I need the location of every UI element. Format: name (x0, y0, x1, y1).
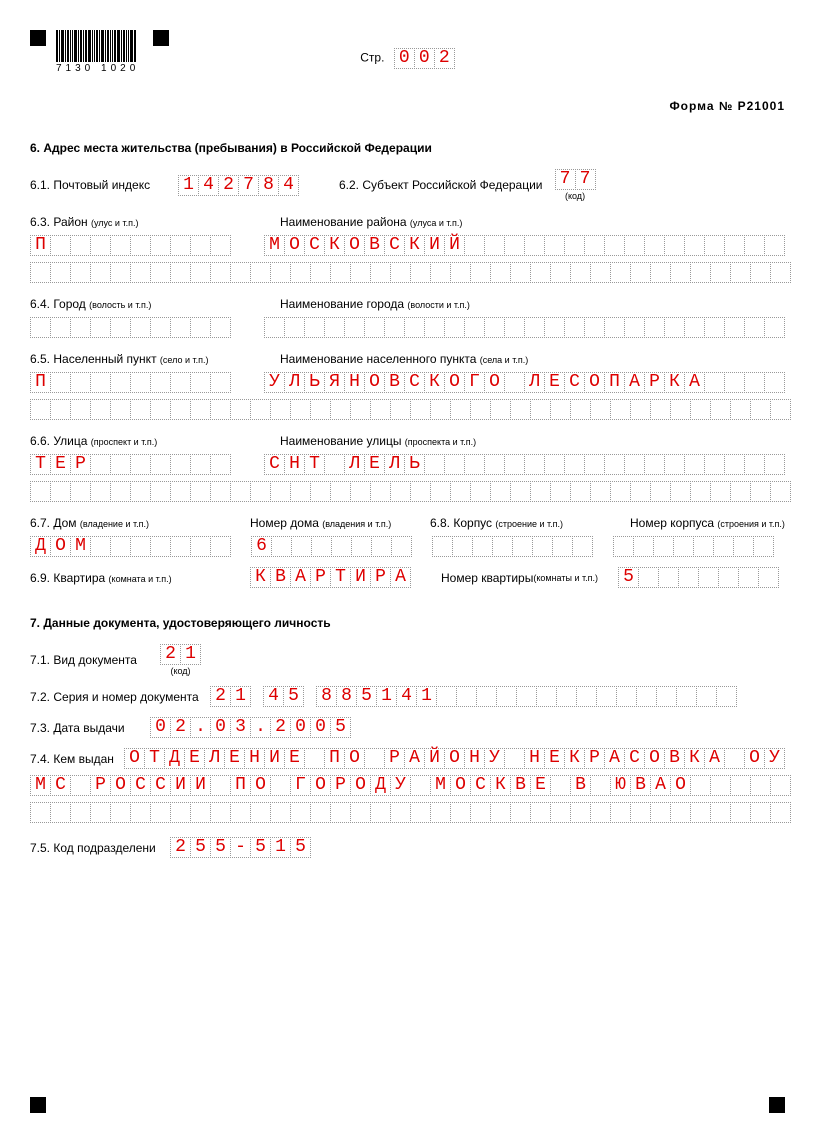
label-7-4: 7.4. Кем выдан (30, 752, 124, 766)
label-6-1: 6.1. Почтовый индекс (30, 178, 178, 192)
cells-6-2: 77 (555, 169, 596, 190)
marker-bottom-right (769, 1097, 785, 1113)
label-6-4-name: Наименование города (280, 297, 407, 311)
section-7-heading: 7. Данные документа, удостоверяющего лич… (30, 616, 785, 630)
cells-7-4-l2: МС РОССИИ ПО ГОРОДУ МОСКВЕ В ЮВАО (30, 775, 791, 796)
cells-6-4-name1 (264, 317, 785, 338)
label-6-3: 6.3. Район (30, 215, 91, 229)
footer-markers (30, 1097, 785, 1113)
label-6-8-num: Номер корпуса (630, 516, 717, 530)
label-6-9-num: Номер квартиры (441, 571, 533, 585)
label-7-1: 7.1. Вид документа (30, 653, 160, 667)
label-6-2: 6.2. Субъект Российской Федерации (339, 178, 543, 192)
cells-6-9-type: КВАРТИРА (250, 567, 411, 588)
label-7-2: 7.2. Серия и номер документа (30, 690, 210, 704)
label-6-7-small: (владение и т.п.) (80, 519, 149, 529)
cells-6-5-type: П (30, 372, 231, 393)
sub-7-1: (код) (160, 666, 201, 676)
marker-top-right (153, 30, 169, 46)
label-6-9-small: (комната и т.п.) (109, 574, 172, 584)
label-6-5-name-small: (села и т.п.) (480, 355, 529, 365)
label-6-4-small: (волость и т.п.) (89, 300, 151, 310)
barcode: 7130 1020 (56, 30, 139, 74)
cells-6-6-name2 (30, 481, 791, 502)
cells-7-2-p1: 21 (210, 686, 251, 707)
label-6-3-name: Наименование района (280, 215, 410, 229)
cells-6-8-type (432, 536, 593, 557)
label-6-5: 6.5. Населенный пункт (30, 352, 160, 366)
cells-7-2-p3: 885141 (316, 686, 737, 707)
cells-6-6-type: ТЕР (30, 454, 231, 475)
cells-6-1: 142784 (178, 175, 299, 196)
page-number-cells: 002 (394, 48, 455, 69)
cells-6-7-type: ДОМ (30, 536, 231, 557)
cells-7-5: 255-515 (170, 837, 311, 858)
label-6-6-name: Наименование улицы (280, 434, 405, 448)
label-7-3: 7.3. Дата выдачи (30, 721, 150, 735)
cells-6-3-type: П (30, 235, 231, 256)
cells-6-3-name1: МОСКОВСКИЙ (264, 235, 785, 256)
label-6-3-small: (улус и т.п.) (91, 218, 138, 228)
page-str-label: Стр. (360, 51, 384, 65)
label-6-9: 6.9. Квартира (30, 571, 109, 585)
label-6-7-num: Номер дома (250, 516, 322, 530)
section-6-heading: 6. Адрес места жительства (пребывания) в… (30, 141, 785, 155)
cells-6-4-type (30, 317, 231, 338)
barcode-number: 7130 1020 (56, 63, 139, 74)
form-page: 7130 1020 Стр. 002 Форма № Р21001 6. Адр… (0, 0, 815, 1143)
label-6-6: 6.6. Улица (30, 434, 91, 448)
label-7-5: 7.5. Код подразделени (30, 841, 170, 855)
cells-7-4-l1: ОТДЕЛЕНИЕ ПО РАЙОНУ НЕКРАСОВКА ОУ (124, 748, 785, 769)
cells-6-5-name2 (30, 399, 791, 420)
cells-6-7-num: 6 (251, 536, 412, 557)
cells-6-3-name2 (30, 262, 791, 283)
label-6-6-small: (проспект и т.п.) (91, 437, 157, 447)
marker-bottom-left (30, 1097, 46, 1113)
cells-7-1: 21 (160, 644, 201, 665)
label-6-8-num-small: (строения и т.п.) (717, 519, 785, 529)
marker-top-left (30, 30, 46, 46)
page-number-row: Стр. 002 (30, 48, 785, 69)
label-6-7: 6.7. Дом (30, 516, 80, 530)
cells-7-4-l3 (30, 802, 791, 823)
cells-6-9-num: 5 (618, 567, 779, 588)
cells-7-3: 02.03.2005 (150, 717, 351, 738)
label-6-7-num-small: (владения и т.п.) (322, 519, 391, 529)
label-6-4: 6.4. Город (30, 297, 89, 311)
sub-6-2: (код) (555, 191, 596, 201)
label-6-6-name-small: (проспекта и т.п.) (405, 437, 476, 447)
label-6-8: 6.8. Корпус (430, 516, 495, 530)
cells-6-8-num (613, 536, 774, 557)
label-6-5-name: Наименование населенного пункта (280, 352, 480, 366)
label-6-3-name-small: (улуса и т.п.) (410, 218, 462, 228)
label-6-8-small: (строение и т.п.) (495, 519, 563, 529)
label-6-5-small: (село и т.п.) (160, 355, 209, 365)
form-number: Форма № Р21001 (30, 99, 785, 113)
label-6-4-name-small: (волости и т.п.) (407, 300, 470, 310)
cells-6-5-name1: УЛЬЯНОВСКОГО ЛЕСОПАРКА (264, 372, 785, 393)
cells-7-2-p2: 45 (263, 686, 304, 707)
cells-6-6-name1: СНТ ЛЕЛЬ (264, 454, 785, 475)
label-6-9-num-small: (комнаты и т.п.) (533, 573, 598, 583)
